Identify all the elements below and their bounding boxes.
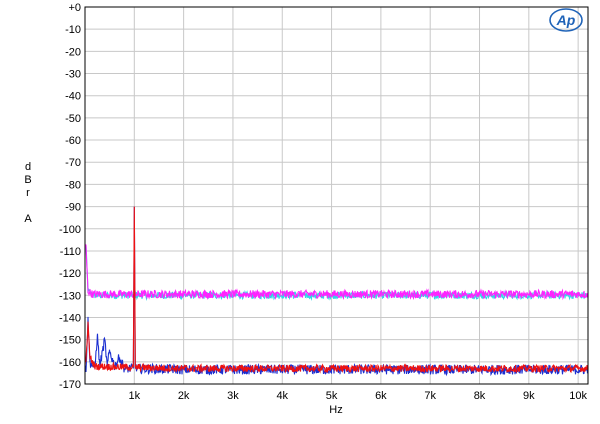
ap-logo-text: Ap xyxy=(556,12,576,28)
x-tick-label: 6k xyxy=(375,390,387,402)
y-tick-label: +0 xyxy=(68,2,81,14)
y-tick-label: -150 xyxy=(59,335,81,347)
x-tick-label: 5k xyxy=(326,390,338,402)
y-tick-label: -80 xyxy=(65,179,81,191)
y-tick-label: -10 xyxy=(65,24,81,36)
x-tick-label: 1k xyxy=(129,390,141,402)
x-axis-title: Hz xyxy=(329,404,342,416)
y-tick-label: -30 xyxy=(65,69,81,81)
chart: +0 -10 -20 -30 -40 -50 -60 -70 -80 -90 -100 -110 -12… xyxy=(24,2,589,416)
x-tick-labels: 1k 2k 3k 4k 5k 6k 7k 8k 9k 10k xyxy=(129,390,588,402)
x-tick-label: 10k xyxy=(569,390,587,402)
y-tick-label: -50 xyxy=(65,113,81,125)
y-tick-label: -160 xyxy=(59,357,81,369)
x-tick-label: 4k xyxy=(276,390,288,402)
y-tick-labels: +0 -10 -20 -30 -40 -50 -60 -70 -80 -90 -100 -110 -12… xyxy=(59,2,81,391)
y-tick-label: -130 xyxy=(59,290,81,302)
y-tick-label: -120 xyxy=(59,268,81,280)
y-axis-title-line: r xyxy=(26,187,30,199)
x-tick-label: 3k xyxy=(227,390,239,402)
y-tick-label: -20 xyxy=(65,46,81,58)
x-tick-label: 9k xyxy=(523,390,535,402)
y-tick-label: -60 xyxy=(65,135,81,147)
x-tick-label: 2k xyxy=(178,390,190,402)
y-tick-label: -100 xyxy=(59,224,81,236)
y-tick-label: -170 xyxy=(59,379,81,391)
y-axis-title-line: A xyxy=(24,213,32,225)
y-axis-title: dBr A xyxy=(24,161,32,225)
y-tick-label: -110 xyxy=(60,246,81,258)
y-axis-title-line: d xyxy=(25,161,31,173)
y-tick-label: -40 xyxy=(65,91,81,103)
y-tick-label: -90 xyxy=(65,202,81,214)
y-tick-label: -140 xyxy=(59,312,81,324)
y-axis-title-line: B xyxy=(24,174,31,186)
x-tick-label: 8k xyxy=(474,390,486,402)
y-tick-label: -70 xyxy=(65,157,81,169)
x-tick-label: 7k xyxy=(424,390,436,402)
plot-background xyxy=(85,7,588,384)
